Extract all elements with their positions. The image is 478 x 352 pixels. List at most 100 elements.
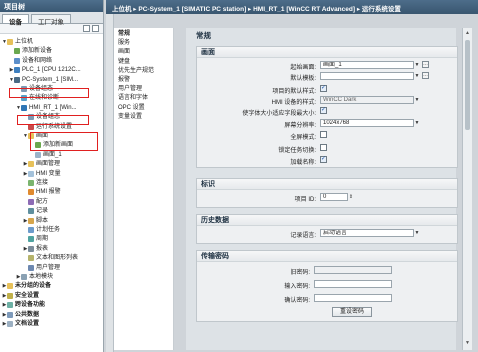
tree-item[interactable]: 记录 bbox=[0, 207, 48, 215]
confirm-password-input[interactable] bbox=[314, 294, 392, 302]
nav-item[interactable]: 语言和字体 bbox=[118, 94, 148, 102]
hmi-icon bbox=[21, 104, 27, 111]
tree-item[interactable]: 添加新设备 bbox=[0, 47, 52, 55]
tree-item[interactable]: 画面_1 bbox=[0, 151, 62, 159]
tree-item[interactable]: ▼ 上位机 bbox=[0, 38, 33, 46]
folder-icon bbox=[7, 283, 13, 290]
tree-item[interactable]: ▼ PC-System_1 [SIM... bbox=[0, 76, 78, 84]
doc-icon bbox=[7, 321, 13, 327]
chevron-down-icon[interactable]: ▼ bbox=[414, 72, 420, 80]
scroll-up-icon[interactable]: ▲ bbox=[465, 30, 470, 36]
tree-item-label: HMI 报警 bbox=[36, 189, 61, 196]
browse-button[interactable]: … bbox=[422, 72, 429, 79]
tree-item[interactable]: 文本和图形列表 bbox=[0, 254, 78, 262]
security-icon bbox=[7, 292, 13, 299]
log-icon bbox=[28, 208, 34, 215]
adapt-font-checkbox[interactable]: ✓ bbox=[320, 107, 327, 114]
scroll-thumb[interactable] bbox=[465, 40, 470, 130]
tree-item[interactable]: ▶ 安全设置 bbox=[0, 292, 39, 300]
tree-item-label: 公共数据 bbox=[15, 311, 40, 318]
user-icon bbox=[28, 264, 34, 271]
log-language-select[interactable]: 启动语言 bbox=[320, 229, 414, 237]
resolution-select[interactable]: 1024x768 bbox=[320, 119, 414, 127]
load-names-checkbox[interactable]: ✓ bbox=[320, 156, 327, 163]
plc-icon bbox=[14, 67, 20, 74]
tree-item[interactable]: 连接 bbox=[0, 179, 48, 187]
tree-item[interactable]: ▶ 公共数据 bbox=[0, 311, 39, 319]
nav-item[interactable]: 优先生产规范 bbox=[118, 67, 154, 75]
chevron-down-icon[interactable]: ▼ bbox=[414, 61, 420, 69]
tree-item-label: 用户管理 bbox=[36, 264, 61, 271]
fullscreen-label: 全屏模式: bbox=[290, 135, 316, 141]
nav-item[interactable]: 画面 bbox=[118, 48, 130, 56]
collapse-strip[interactable] bbox=[106, 14, 114, 352]
load-names-label: 加载名称: bbox=[290, 160, 316, 166]
tree-item-label: 本地模块 bbox=[29, 274, 54, 280]
tree-item[interactable]: HMI 报警 bbox=[0, 188, 61, 196]
nav-item[interactable]: OPC 设置 bbox=[118, 104, 145, 112]
tree-item-label: 设备和网络 bbox=[22, 57, 53, 64]
tree-item[interactable]: ▶ 跨设备功能 bbox=[0, 301, 45, 309]
new-password-input[interactable] bbox=[314, 280, 392, 288]
tree-item[interactable]: ▶ 报表 bbox=[0, 245, 48, 253]
nav-item[interactable]: 服务 bbox=[118, 39, 130, 47]
reset-password-button[interactable]: 重设密码 bbox=[332, 307, 372, 317]
tree-item[interactable]: 设备和网络 bbox=[0, 57, 52, 65]
chevron-down-icon[interactable]: ▼ bbox=[414, 119, 420, 127]
folder-icon bbox=[7, 39, 13, 45]
old-password-input[interactable] bbox=[314, 266, 392, 274]
pc-icon bbox=[14, 76, 20, 83]
tree-item-label: 跨设备功能 bbox=[15, 302, 46, 309]
start-screen-input[interactable]: 画面_1 bbox=[320, 61, 414, 69]
chevron-down-icon[interactable]: ▼ bbox=[414, 229, 420, 237]
tree-item-label: 脚本 bbox=[36, 217, 49, 224]
tree-item-label: 文本和图形列表 bbox=[36, 255, 79, 262]
tree-item[interactable]: ▶ 画面管理 bbox=[0, 160, 60, 168]
task-icon bbox=[28, 227, 34, 233]
tree-item[interactable]: ▶ HMI 变量 bbox=[0, 170, 61, 178]
tab-devices[interactable]: 设备 bbox=[2, 14, 29, 26]
section-title: 历史数据 bbox=[197, 215, 457, 226]
project-id-input[interactable]: 0 bbox=[320, 193, 348, 201]
tree-item[interactable]: 周期 bbox=[0, 235, 48, 243]
browse-button[interactable]: … bbox=[422, 61, 429, 68]
lock-task-switch-checkbox[interactable] bbox=[320, 144, 327, 151]
project-tree-list: ▼ 上位机 添加新设备设备和网络 ▶ PLC_1 [CPU 1212C... ▼ PC-Sy… bbox=[0, 34, 103, 352]
nav-item[interactable]: 用户管理 bbox=[118, 85, 142, 93]
tree-item[interactable]: ▶ 未分组的设备 bbox=[0, 282, 51, 290]
template-input[interactable] bbox=[320, 72, 414, 80]
tree-item[interactable]: ▶ 本地模块 bbox=[0, 273, 53, 281]
tree-item[interactable]: ▼ HMI_RT_1 [Win... bbox=[0, 104, 77, 112]
alarm-icon bbox=[28, 189, 34, 196]
tree-item-label: 记录 bbox=[36, 208, 49, 215]
tree-item[interactable]: ▶ 文档设置 bbox=[0, 320, 39, 328]
project-default-style-label: 项目的默认样式: bbox=[272, 89, 316, 95]
tab-plant-objects[interactable]: 工厂对象 bbox=[31, 14, 71, 26]
fullscreen-checkbox[interactable] bbox=[320, 131, 327, 138]
tree-item[interactable]: ▶ 脚本 bbox=[0, 217, 48, 225]
nav-item[interactable]: 键盘 bbox=[118, 58, 130, 66]
tree-grid-icon[interactable] bbox=[92, 25, 99, 32]
nav-item[interactable]: 报警 bbox=[118, 76, 130, 84]
tree-item[interactable]: 计划任务 bbox=[0, 226, 60, 234]
hmi-style-select[interactable]: WinCC Dark bbox=[320, 96, 414, 104]
vertical-scrollbar[interactable]: ▲ ▼ bbox=[462, 28, 472, 350]
nav-item[interactable]: 变量设置 bbox=[118, 113, 142, 121]
hmi-style-label: HMI 设备的样式: bbox=[271, 100, 316, 106]
tree-item[interactable]: 配方 bbox=[0, 198, 48, 206]
tag-icon bbox=[28, 170, 34, 177]
tree-item[interactable]: ▶ PLC_1 [CPU 1212C... bbox=[0, 66, 81, 74]
module-icon bbox=[21, 274, 27, 280]
scroll-down-icon[interactable]: ▼ bbox=[465, 340, 470, 346]
section-title: 画面 bbox=[197, 47, 457, 58]
tree-item-label: 画面_1 bbox=[43, 151, 62, 158]
spinner-icon[interactable]: ⇕ bbox=[348, 193, 354, 201]
tree-view-toggle-icon[interactable] bbox=[83, 25, 90, 32]
nav-item[interactable]: 常规 bbox=[118, 30, 130, 38]
project-default-style-checkbox[interactable]: ✓ bbox=[320, 85, 327, 92]
page-title: 常规 bbox=[196, 31, 211, 40]
old-password-label: 旧密码: bbox=[290, 270, 310, 276]
tree-item[interactable]: 用户管理 bbox=[0, 264, 60, 272]
breadcrumb: 上位机 ▸ PC-System_1 [SIMATIC PC station] ▸… bbox=[106, 0, 478, 14]
chevron-down-icon[interactable]: ▼ bbox=[414, 96, 420, 104]
